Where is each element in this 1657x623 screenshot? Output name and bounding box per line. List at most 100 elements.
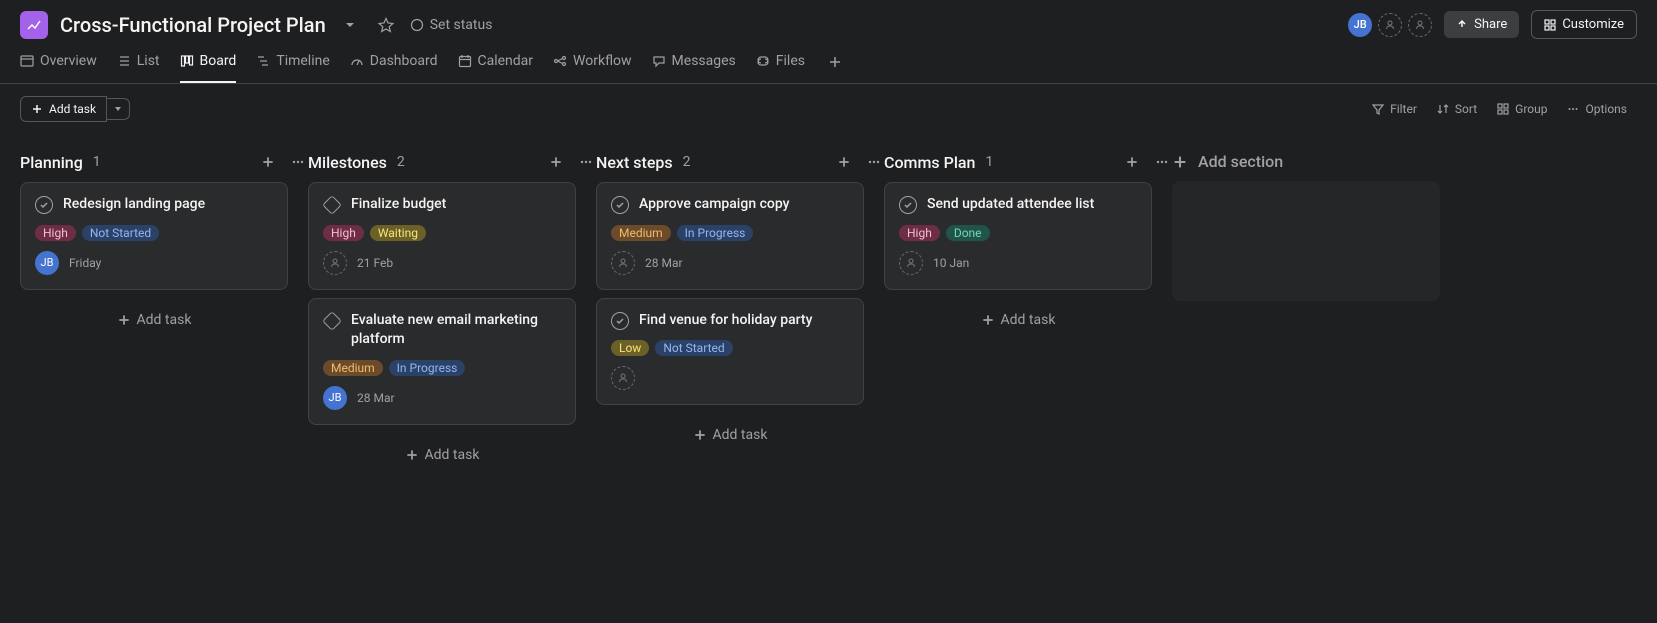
assignee-avatar[interactable]: JB	[35, 251, 59, 275]
card-title: Evaluate new email marketing platform	[351, 311, 561, 350]
milestone-icon[interactable]	[322, 311, 342, 331]
column-add-icon[interactable]	[1122, 152, 1142, 172]
column-add-icon[interactable]	[258, 152, 278, 172]
tab-files[interactable]: Files	[756, 53, 805, 83]
column-add-icon[interactable]	[834, 152, 854, 172]
customize-button[interactable]: Customize	[1531, 10, 1637, 39]
task-card[interactable]: Evaluate new email marketing platform Med…	[308, 298, 576, 425]
column-more-icon[interactable]	[288, 152, 308, 172]
tab-board[interactable]: Board	[180, 53, 237, 83]
card-date[interactable]: 21 Feb	[357, 256, 393, 270]
column-title[interactable]: Comms Plan	[884, 153, 975, 172]
tag[interactable]: High	[35, 225, 76, 241]
card-footer: JB 28 Mar	[323, 386, 561, 410]
task-card[interactable]: Finalize budgetHighWaiting21 Feb	[308, 182, 576, 290]
set-status-button[interactable]: Set status	[410, 17, 493, 33]
column-add-task-button[interactable]: Add task	[884, 298, 1152, 342]
filter-button[interactable]: Filter	[1362, 97, 1427, 121]
complete-check-icon[interactable]	[611, 196, 629, 214]
add-task-button[interactable]: Add task	[20, 96, 107, 122]
card-date[interactable]: 28 Mar	[357, 391, 395, 405]
card-title-row: Send updated attendee list	[899, 195, 1137, 215]
card-tags: High Done	[899, 225, 1137, 241]
card-date[interactable]: Friday	[69, 256, 101, 270]
card-date[interactable]: 10 Jan	[933, 256, 969, 270]
add-section-placeholder[interactable]	[1172, 181, 1440, 301]
customize-label: Customize	[1562, 17, 1624, 32]
complete-check-icon[interactable]	[611, 312, 629, 330]
assignee-placeholder-icon[interactable]	[323, 251, 347, 275]
column-count: 1	[93, 154, 101, 170]
set-status-label: Set status	[430, 17, 493, 33]
tab-label: Board	[200, 53, 237, 69]
tag[interactable]: Medium	[611, 225, 671, 241]
tag[interactable]: High	[899, 225, 940, 241]
tag[interactable]: Low	[611, 340, 649, 356]
assignee-avatar[interactable]: JB	[323, 386, 347, 410]
group-button[interactable]: Group	[1487, 97, 1557, 121]
column-more-icon[interactable]	[1152, 152, 1172, 172]
card-tags: Medium In Progress	[611, 225, 849, 241]
tab-timeline[interactable]: Timeline	[256, 53, 329, 83]
add-task-label: Add task	[49, 102, 96, 116]
board-column: Next steps2Approve campaign copyMediumIn…	[596, 142, 884, 477]
project-icon[interactable]	[20, 11, 48, 39]
tag[interactable]: Waiting	[370, 225, 426, 241]
column-add-icon[interactable]	[546, 152, 566, 172]
header: Cross-Functional Project Plan Set status…	[0, 0, 1657, 39]
tab-label: Calendar	[478, 53, 534, 69]
assignee-placeholder-icon[interactable]	[611, 366, 635, 390]
column-title[interactable]: Milestones	[308, 153, 387, 172]
column-more-icon[interactable]	[576, 152, 596, 172]
task-card[interactable]: Redesign landing pageHighNot StartedJBFr…	[20, 182, 288, 290]
tab-overview[interactable]: Overview	[20, 53, 97, 83]
view-tabs: Overview List Board Timeline Dashboard C…	[0, 39, 1657, 84]
tag[interactable]: In Progress	[389, 360, 466, 376]
add-tab-button[interactable]	[825, 58, 845, 78]
column-add-task-button[interactable]: Add task	[308, 433, 576, 477]
milestone-icon[interactable]	[322, 195, 342, 215]
tab-list[interactable]: List	[117, 53, 160, 83]
messages-icon	[652, 54, 666, 68]
column-more-icon[interactable]	[864, 152, 884, 172]
title-dropdown-icon[interactable]	[338, 13, 362, 37]
assignee-placeholder-icon[interactable]	[611, 251, 635, 275]
tab-label: Dashboard	[370, 53, 438, 69]
column-cards: Send updated attendee list High Done 10 Jan…	[884, 182, 1172, 342]
card-tags: High Not Started	[35, 225, 273, 241]
column-add-task-button[interactable]: Add task	[20, 298, 288, 342]
add-task-dropdown[interactable]	[107, 98, 130, 120]
card-footer: 21 Feb	[323, 251, 561, 275]
share-label: Share	[1474, 17, 1507, 32]
task-card[interactable]: Approve campaign copyMediumIn Progress28…	[596, 182, 864, 290]
tag[interactable]: Done	[946, 225, 990, 241]
tab-workflow[interactable]: Workflow	[553, 53, 632, 83]
complete-check-icon[interactable]	[35, 196, 53, 214]
assignee-placeholder-icon[interactable]	[899, 251, 923, 275]
sort-button[interactable]: Sort	[1427, 97, 1487, 121]
task-card[interactable]: Send updated attendee list High Done 10 Jan	[884, 182, 1152, 290]
share-button[interactable]: Share	[1444, 11, 1519, 38]
complete-check-icon[interactable]	[899, 196, 917, 214]
add-section-button[interactable]: Add section	[1172, 142, 1460, 181]
tag[interactable]: Not Started	[82, 225, 159, 241]
tab-messages[interactable]: Messages	[652, 53, 736, 83]
star-icon[interactable]	[374, 13, 398, 37]
project-title[interactable]: Cross-Functional Project Plan	[60, 13, 326, 37]
tag[interactable]: Not Started	[655, 340, 732, 356]
column-title[interactable]: Planning	[20, 153, 83, 172]
avatar-user[interactable]: JB	[1348, 13, 1372, 37]
tab-dashboard[interactable]: Dashboard	[350, 53, 438, 83]
tag[interactable]: In Progress	[677, 225, 754, 241]
tag[interactable]: High	[323, 225, 364, 241]
task-card[interactable]: Find venue for holiday partyLowNot Start…	[596, 298, 864, 406]
calendar-icon	[458, 54, 472, 68]
add-member-icon[interactable]	[1408, 13, 1432, 37]
column-title[interactable]: Next steps	[596, 153, 673, 172]
card-date[interactable]: 28 Mar	[645, 256, 683, 270]
tab-calendar[interactable]: Calendar	[458, 53, 534, 83]
options-button[interactable]: Options	[1557, 97, 1637, 121]
add-member-icon[interactable]	[1378, 13, 1402, 37]
column-add-task-button[interactable]: Add task	[596, 413, 864, 457]
tag[interactable]: Medium	[323, 360, 383, 376]
